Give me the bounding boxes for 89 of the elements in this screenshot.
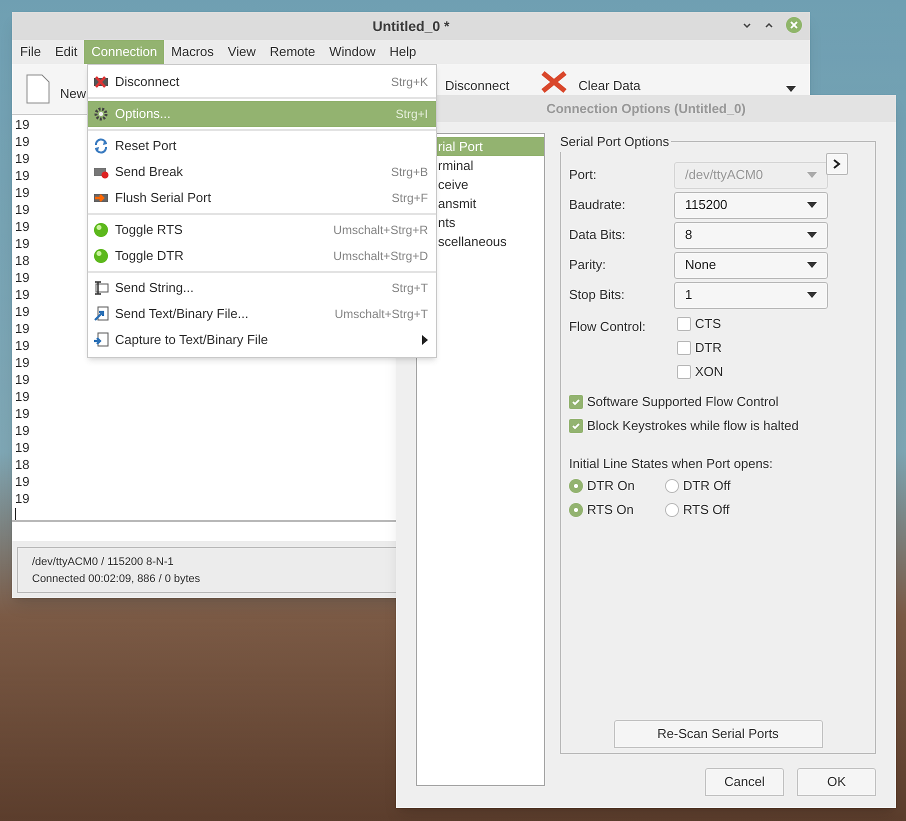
caret-icon [807, 262, 817, 268]
terminal-line: 19 [15, 490, 30, 507]
radio-button[interactable]: RTS Off [665, 500, 761, 520]
status-text: /dev/ttyACM0 / 115200 8-N-1 [32, 555, 175, 570]
toolbar-button[interactable]: Disconnect [445, 78, 510, 93]
dialog-button[interactable]: OK [797, 768, 876, 796]
menu-item[interactable]: Send Text/Binary File... Umschalt+Strg+T [88, 301, 436, 327]
field-label: Parity: [569, 256, 607, 274]
dropdown[interactable]: 8 [674, 222, 828, 248]
chevron-right-icon [833, 159, 841, 169]
terminal-line: 19 [15, 439, 30, 456]
expand-button[interactable] [826, 153, 848, 175]
menu-bar-item[interactable]: File [13, 40, 48, 64]
terminal-line: 19 [15, 286, 30, 303]
document-arrow-icon [93, 306, 109, 322]
menu-item[interactable]: Capture to Text/Binary File [88, 327, 436, 353]
window-title: Untitled_0 * [372, 16, 450, 36]
terminal-line: 19 [15, 388, 30, 405]
terminal-line: 18 [15, 252, 30, 269]
terminal-line: 18 [15, 456, 30, 473]
status-text: Connected 00:02:09, 886 / 0 bytes [32, 572, 202, 587]
radio-button[interactable]: DTR On [569, 476, 665, 496]
terminal-line: 19 [15, 473, 30, 490]
field-label: Port: [569, 166, 598, 184]
status-light-icon [93, 222, 109, 238]
text-cursor-icon [93, 280, 109, 296]
terminal-line: 19 [15, 337, 30, 354]
dialog-title: Connection Options (Untitled_0) [546, 100, 746, 118]
caret-icon [807, 172, 817, 178]
terminal-line: 19 [15, 354, 30, 371]
menu-bar-item[interactable]: Help [382, 40, 424, 64]
checkbox[interactable]: XON [677, 360, 724, 384]
menu-item[interactable]: Toggle RTS Umschalt+Strg+R [88, 217, 436, 243]
status-light-icon [93, 248, 109, 264]
terminal-line: 19 [15, 116, 30, 133]
section-label: Initial Line States when Port opens: [569, 455, 774, 473]
terminal-line: 19 [15, 167, 30, 184]
terminal-line: 19 [15, 405, 30, 422]
terminal-line: 19 [15, 320, 30, 337]
field-label: Stop Bits: [569, 286, 626, 304]
menu-item[interactable]: Toggle DTR Umschalt+Strg+D [88, 243, 436, 269]
checkbox[interactable]: CTS [677, 312, 724, 336]
checkmark-icon [571, 421, 581, 431]
rescan-button[interactable]: Re-Scan Serial Ports [614, 720, 822, 748]
terminal-line: 19 [15, 303, 30, 320]
radio-button[interactable]: DTR Off [665, 476, 761, 496]
terminal-line: 19 [15, 371, 30, 388]
refresh-icon [93, 138, 109, 154]
menu-bar-item[interactable]: Edit [48, 40, 84, 64]
x-icon [540, 70, 568, 94]
toolbar-button[interactable]: New [60, 84, 86, 104]
terminal-line: 19 [15, 269, 30, 286]
menu-bar-item[interactable]: Macros [164, 40, 221, 64]
terminal-line: 19 [15, 218, 30, 235]
menu-item[interactable]: Send Break Strg+B [88, 159, 436, 185]
menu-bar-item[interactable]: Remote [262, 40, 322, 64]
document-arrow-icon [93, 332, 109, 348]
dropdown[interactable]: 115200 [674, 192, 828, 218]
field-label: Data Bits: [569, 226, 626, 244]
disconnect-icon [93, 74, 109, 90]
caret-icon [807, 202, 817, 208]
checkbox[interactable]: DTR [677, 336, 724, 360]
terminal-line: 19 [15, 133, 30, 150]
radio-button[interactable]: RTS On [569, 500, 665, 520]
checkbox[interactable]: Block Keystrokes while flow is halted [569, 414, 875, 438]
gear-icon [93, 106, 109, 122]
toolbar-button[interactable]: Clear Data [578, 78, 640, 93]
menu-bar-item[interactable]: View [220, 40, 263, 64]
menu-item[interactable]: Flush Serial Port Strg+F [88, 185, 436, 211]
menu-bar-item[interactable]: Window [322, 40, 382, 64]
terminal-line: 19 [15, 184, 30, 201]
caret-icon [807, 292, 817, 298]
terminal-line: 19 [15, 150, 30, 167]
caret-icon[interactable] [786, 86, 796, 92]
terminal-line: 19 [15, 201, 30, 218]
dialog-button[interactable]: Cancel [705, 768, 784, 796]
menu-item[interactable]: Disconnect Strg+K [88, 69, 436, 95]
field-label: Baudrate: [569, 196, 626, 214]
new-document-icon [26, 74, 50, 104]
maximize-icon[interactable] [764, 20, 774, 30]
field-label: Flow Control: [569, 318, 647, 336]
menu-item[interactable]: Send String... Strg+T [88, 275, 436, 301]
checkbox[interactable]: Software Supported Flow Control [569, 390, 875, 414]
dropdown[interactable]: None [674, 252, 828, 278]
dropdown[interactable]: 1 [674, 282, 828, 308]
terminal-line: 19 [15, 235, 30, 252]
terminal-line: 19 [15, 422, 30, 439]
checkmark-icon [571, 397, 581, 407]
caret-icon [807, 232, 817, 238]
